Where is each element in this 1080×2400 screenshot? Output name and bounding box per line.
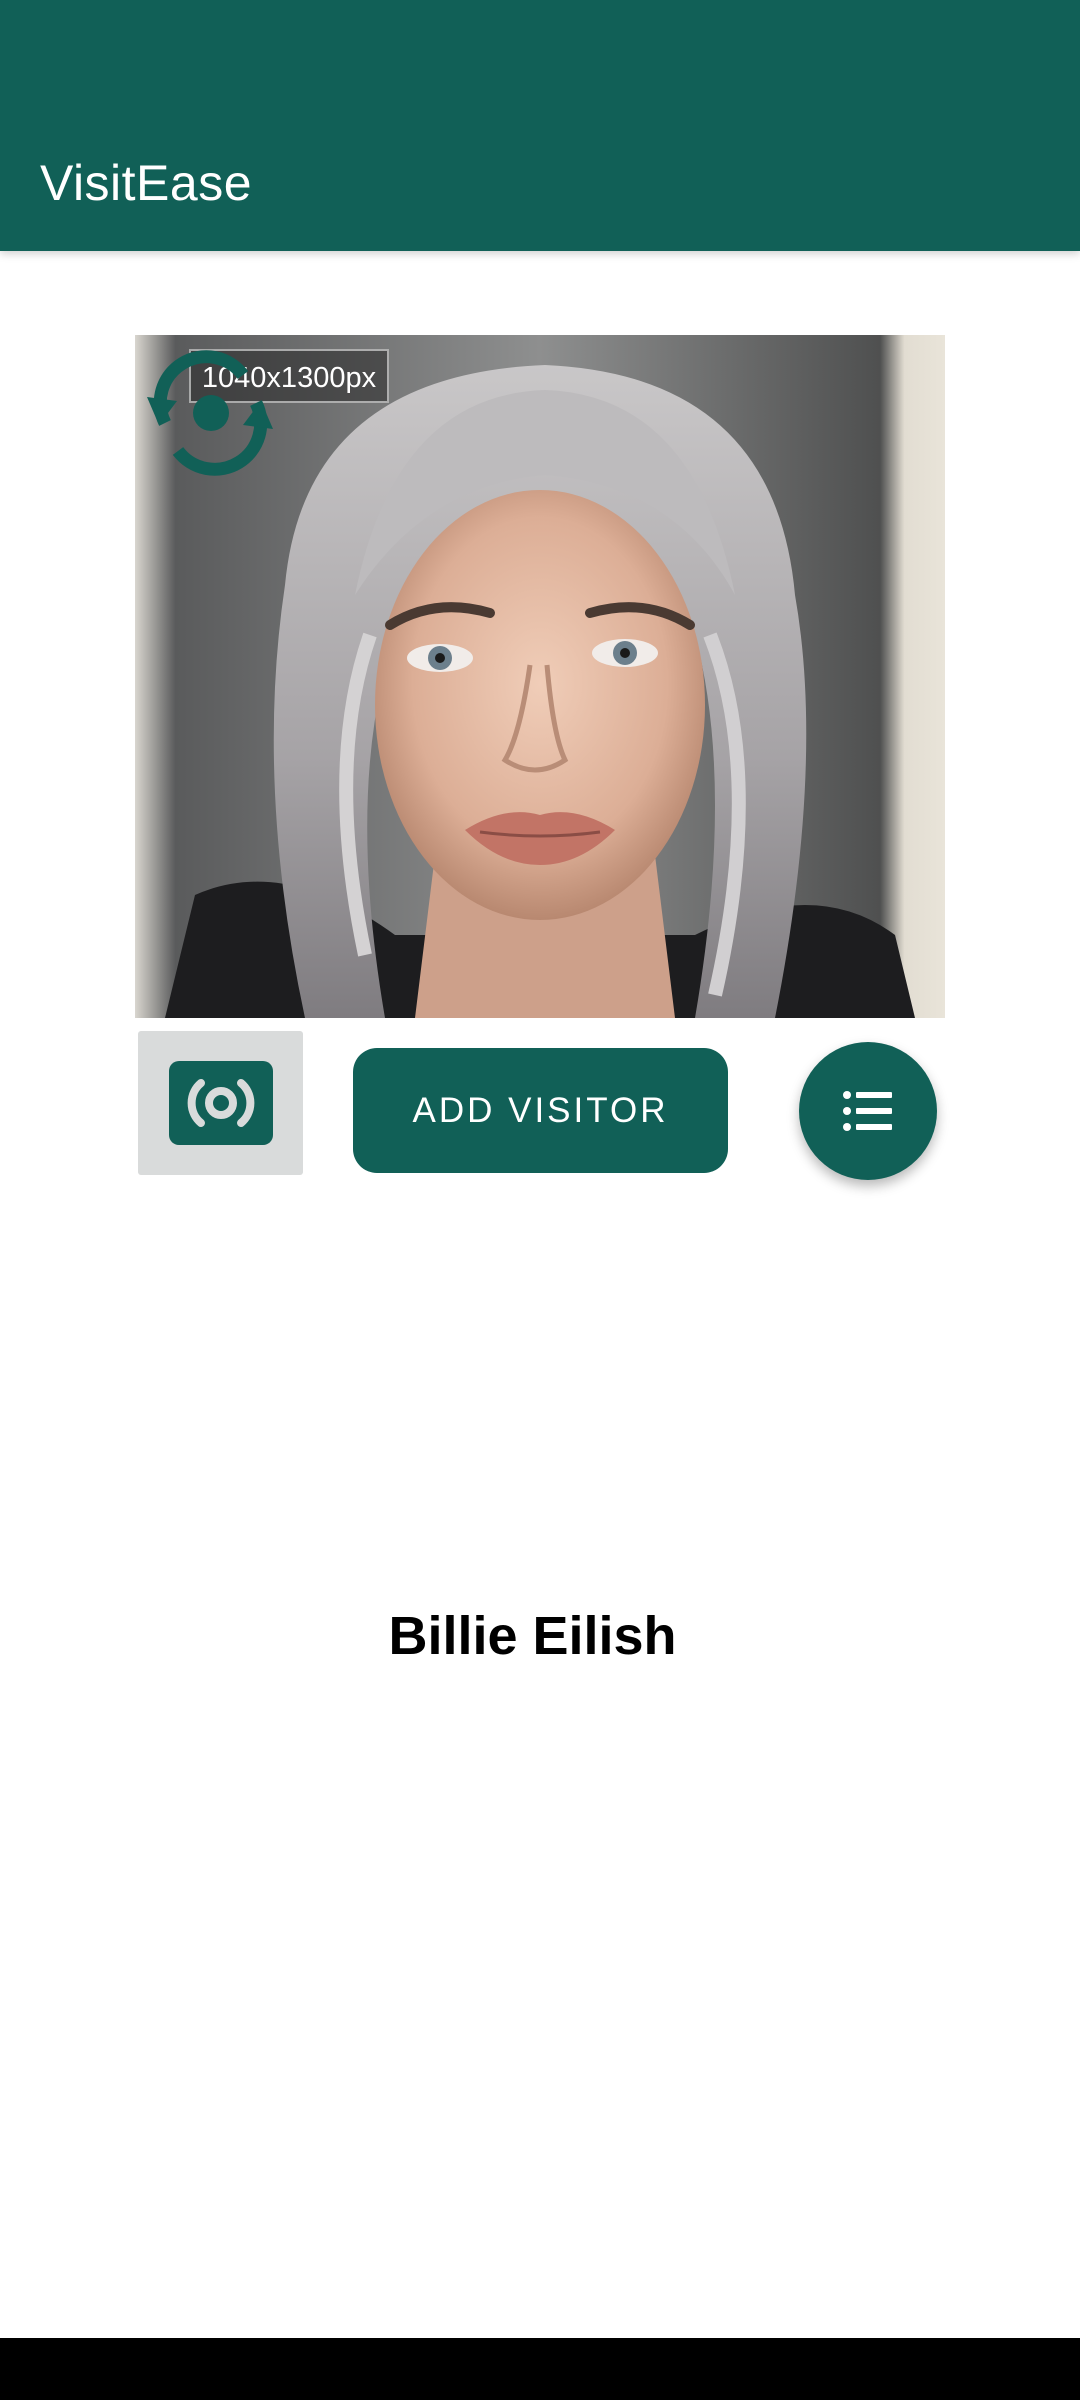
visitor-list-button[interactable] [799,1042,937,1180]
capture-photo-button[interactable] [138,1031,303,1175]
add-visitor-button[interactable]: ADD VISITOR [353,1048,728,1173]
app-title: VisitEase [40,155,253,211]
visitor-name: Billie Eilish [388,1606,677,1666]
list-icon [843,1091,892,1131]
switch-camera-button[interactable] [143,345,278,480]
switch-camera-icon [147,350,273,476]
capture-icon [168,1061,273,1145]
app-bar: VisitEase [0,0,1080,251]
camera-preview: 1040x1300px [135,335,945,1018]
system-navigation-bar [0,2338,1080,2400]
